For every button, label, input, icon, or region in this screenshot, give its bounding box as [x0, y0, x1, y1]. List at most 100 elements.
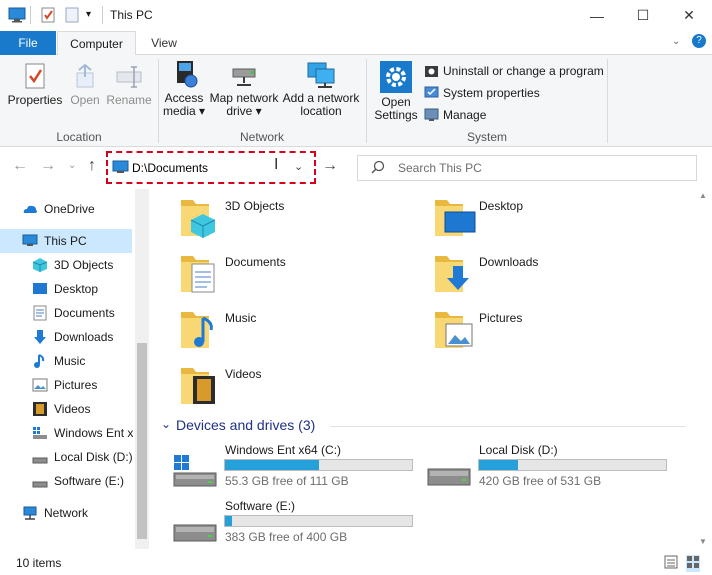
rename-button[interactable]: Rename: [106, 63, 152, 107]
sidebar-item-drive-e[interactable]: Software (E:): [32, 469, 124, 493]
music-folder-icon: [181, 312, 213, 348]
search-box[interactable]: Search This PC: [357, 155, 697, 181]
sidebar-scrollbar-thumb[interactable]: [137, 343, 147, 539]
folder-music[interactable]: [179, 306, 219, 353]
sidebar-item-network[interactable]: Network: [22, 501, 88, 525]
uninstall-label: Uninstall or change a program: [443, 63, 604, 78]
ribbon: Properties Open Rename Location Access m…: [0, 55, 712, 147]
this-pc-icon: [8, 7, 26, 26]
sidebar-item-onedrive[interactable]: OneDrive: [22, 197, 95, 221]
sidebar-item-drive-d[interactable]: Local Disk (D:): [32, 445, 133, 469]
collapse-ribbon-icon[interactable]: ⌄: [672, 36, 680, 47]
details-view-icon[interactable]: [664, 555, 678, 572]
folder-videos[interactable]: [179, 362, 219, 409]
group-system-label: System: [466, 130, 507, 144]
folder-documents[interactable]: [179, 250, 219, 297]
folder-label[interactable]: Downloads: [479, 255, 538, 269]
folder-downloads[interactable]: [433, 250, 473, 297]
address-dropdown-chevron-icon[interactable]: ⌄: [294, 160, 303, 173]
drive-d-usage-bar: [478, 459, 667, 471]
group-network-label: Network: [239, 130, 284, 144]
properties-quick-icon[interactable]: [40, 7, 56, 26]
sidebar-item-desktop[interactable]: Desktop: [32, 277, 98, 301]
sidebar-item-this-pc[interactable]: This PC: [0, 229, 132, 253]
devices-section-header[interactable]: Devices and drives (3): [176, 417, 315, 433]
folder-3d-objects[interactable]: [179, 194, 219, 241]
uninstall-program-button[interactable]: Uninstall or change a program: [424, 63, 604, 78]
navigation-pane: OneDrive This PC 3D Objects Desktop Docu…: [0, 189, 149, 549]
open-settings-button[interactable]: Open Settings: [370, 61, 422, 122]
drive-c-name[interactable]: Windows Ent x64 (C:): [225, 443, 341, 457]
sidebar-item-videos[interactable]: Videos: [32, 397, 90, 421]
map-network-drive-button[interactable]: Map network drive ▾: [206, 59, 282, 118]
rename-icon: [116, 66, 142, 88]
folder-label[interactable]: 3D Objects: [225, 199, 284, 213]
folder-label[interactable]: Music: [225, 311, 256, 325]
system-properties-button[interactable]: System properties: [424, 85, 540, 100]
sidebar-item-label: Windows Ent x64 (C:): [54, 426, 133, 440]
forward-arrow-icon[interactable]: →: [40, 157, 56, 175]
go-arrow-icon[interactable]: →: [322, 157, 338, 175]
sidebar-item-documents[interactable]: Documents: [32, 301, 115, 325]
drive-d-free-space: 420 GB free of 531 GB: [479, 474, 602, 488]
drive-c-usage-bar: [224, 459, 413, 471]
sidebar-item-3d-objects[interactable]: 3D Objects: [32, 253, 113, 277]
recent-locations-chevron-icon[interactable]: ⌄: [68, 160, 76, 171]
up-arrow-icon[interactable]: ↑: [88, 157, 96, 175]
item-count: 10 items: [16, 556, 62, 570]
sidebar-item-music[interactable]: Music: [32, 349, 85, 373]
tab-file[interactable]: File: [0, 31, 56, 55]
new-folder-quick-icon[interactable]: [64, 7, 80, 26]
sidebar-item-label: Software (E:): [54, 474, 125, 488]
address-input[interactable]: D:\Documents: [132, 161, 208, 175]
folder-pictures[interactable]: [433, 306, 473, 353]
sidebar-item-drive-c[interactable]: Windows Ent x64 (C:): [32, 421, 133, 445]
map-network-drive-label-2: drive ▾: [226, 104, 262, 118]
pictures-icon: [32, 378, 48, 392]
folder-label[interactable]: Videos: [225, 367, 261, 381]
back-arrow-icon[interactable]: ←: [12, 157, 28, 175]
customize-quick-access-icon[interactable]: ▾: [86, 9, 91, 20]
help-icon[interactable]: ?: [692, 34, 706, 48]
videos-folder-icon: [181, 368, 215, 404]
manage-button[interactable]: Manage: [424, 107, 486, 122]
scroll-down-icon[interactable]: ▼: [699, 537, 707, 546]
desktop-icon: [33, 283, 47, 294]
devices-section-chevron-icon[interactable]: ⌄: [161, 417, 171, 431]
maximize-button[interactable]: ☐: [620, 0, 666, 31]
system-properties-label: System properties: [443, 85, 540, 100]
address-bar[interactable]: D:\Documents I ⌄: [106, 151, 316, 184]
close-button[interactable]: ✕: [666, 0, 712, 31]
system-properties-icon: [424, 86, 439, 98]
drive-d-name[interactable]: Local Disk (D:): [479, 443, 558, 457]
windows-drive-icon[interactable]: [172, 453, 218, 492]
open-button[interactable]: Open: [66, 63, 104, 107]
sidebar-item-label: Network: [44, 506, 89, 520]
tab-computer[interactable]: Computer: [57, 31, 136, 56]
minimize-button[interactable]: —: [574, 0, 620, 31]
videos-film-icon: [33, 402, 47, 416]
hard-drive-icon[interactable]: [172, 515, 218, 548]
hard-drive-icon[interactable]: [426, 459, 472, 492]
sidebar-item-pictures[interactable]: Pictures: [32, 373, 97, 397]
open-label: Open: [70, 93, 100, 107]
sidebar-item-label: Videos: [54, 402, 91, 416]
folder-desktop[interactable]: [433, 194, 477, 241]
hard-drive-icon: [32, 457, 48, 464]
windows-drive-icon: [33, 427, 47, 439]
search-input[interactable]: Search This PC: [398, 161, 482, 175]
drive-e-usage-fill: [225, 516, 233, 526]
sidebar-item-downloads[interactable]: Downloads: [32, 325, 113, 349]
access-media-label-2: media ▾: [162, 104, 206, 118]
tab-view[interactable]: View: [137, 31, 191, 55]
scroll-up-icon[interactable]: ▲: [699, 191, 707, 200]
large-icons-view-icon[interactable]: [686, 555, 700, 572]
folder-label[interactable]: Pictures: [479, 311, 522, 325]
content-scrollbar[interactable]: ▲ ▼: [695, 189, 712, 549]
add-network-location-button[interactable]: Add a network location: [282, 59, 360, 118]
properties-button[interactable]: Properties: [6, 63, 64, 107]
folder-label[interactable]: Documents: [225, 255, 286, 269]
folder-label[interactable]: Desktop: [479, 199, 523, 213]
access-media-button[interactable]: Access media ▾: [160, 59, 208, 118]
drive-e-name[interactable]: Software (E:): [225, 499, 295, 513]
